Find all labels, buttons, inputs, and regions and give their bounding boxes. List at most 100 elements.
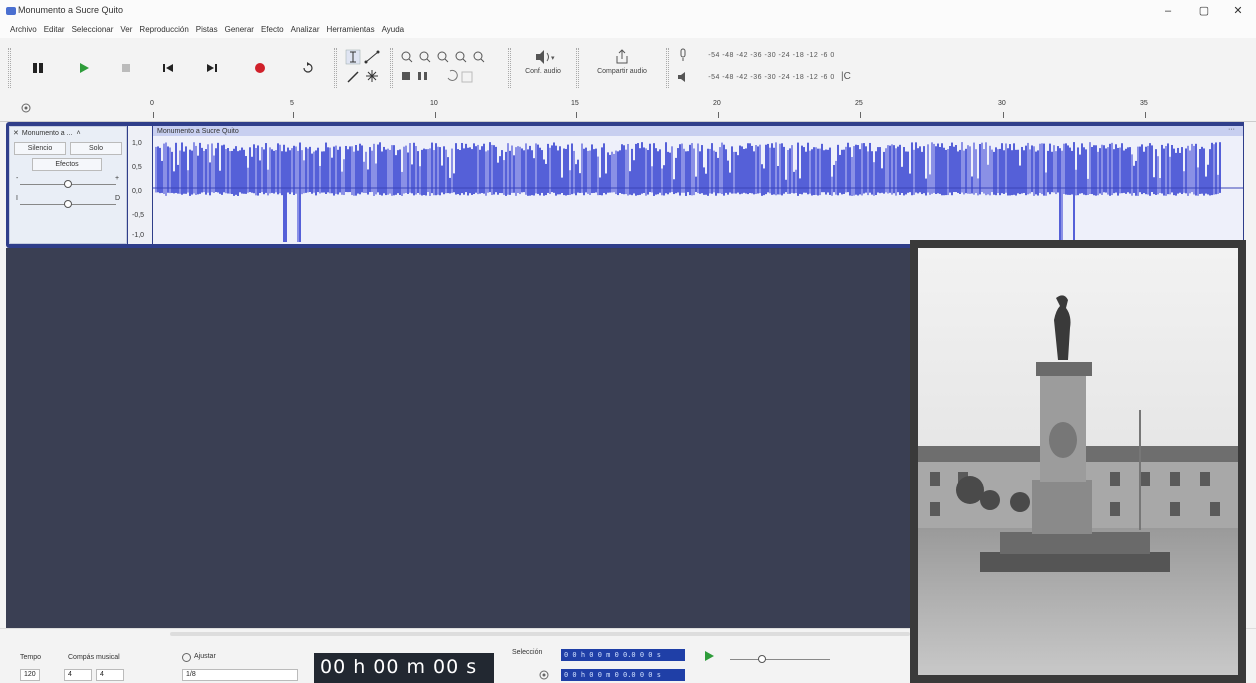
playback-meter[interactable]: -54 -48 -42 -36 -30 -24 -18 -12 -6 0 |C bbox=[676, 70, 851, 84]
close-track-icon[interactable]: ✕ bbox=[13, 129, 19, 137]
pan-slider-thumb[interactable] bbox=[64, 200, 72, 208]
time-signature-numerator[interactable]: 4 bbox=[64, 669, 92, 681]
play-at-speed-icon[interactable] bbox=[702, 649, 716, 663]
share-audio-button[interactable]: Compartir audio bbox=[584, 48, 660, 88]
menu-efecto[interactable]: Efecto bbox=[259, 22, 289, 38]
play-speed-thumb[interactable] bbox=[758, 655, 766, 663]
snap-dropdown[interactable]: 1/8 bbox=[182, 669, 298, 681]
envelope-tool-icon[interactable] bbox=[364, 50, 380, 64]
selection-tool-icon[interactable] bbox=[345, 49, 361, 65]
menu-pistas[interactable]: Pistas bbox=[194, 22, 223, 38]
toolbar-grip[interactable] bbox=[334, 48, 337, 88]
redo-icon[interactable] bbox=[461, 71, 473, 83]
ruler-tick: 0 bbox=[150, 100, 154, 107]
timeline-ruler[interactable]: 0 5 10 15 20 25 30 35 bbox=[0, 96, 1256, 122]
track-header[interactable]: ✕ Monumento a ... ˄ bbox=[10, 127, 126, 139]
menu-ver[interactable]: Ver bbox=[118, 22, 137, 38]
record-meter[interactable]: -54 -48 -42 -36 -30 -24 -18 -12 -6 0 bbox=[676, 48, 835, 62]
gain-plus-label: + bbox=[115, 175, 120, 182]
toolbar-grip[interactable] bbox=[576, 48, 579, 88]
gain-slider[interactable]: - + bbox=[10, 175, 126, 195]
toolbar-grip[interactable] bbox=[508, 48, 511, 88]
menu-herramientas[interactable]: Herramientas bbox=[325, 22, 380, 38]
pan-left-label: I bbox=[16, 195, 18, 202]
silence-icon[interactable] bbox=[418, 72, 427, 80]
play-button[interactable] bbox=[68, 52, 100, 84]
tempo-field[interactable]: 120 bbox=[20, 669, 40, 681]
ruler-tick: 25 bbox=[855, 100, 863, 107]
scale-label: 0,5 bbox=[132, 164, 142, 171]
tools-group bbox=[344, 48, 384, 88]
snap-label: Ajustar bbox=[194, 653, 216, 660]
clip-title-bar[interactable]: Monumento a Sucre Quito ··· bbox=[153, 126, 1243, 136]
close-button[interactable]: ✕ bbox=[1220, 3, 1256, 19]
time-display[interactable]: 00 h 00 m 00 s bbox=[314, 653, 494, 683]
solo-button[interactable]: Solo bbox=[70, 142, 122, 155]
clip-menu-icon[interactable]: ··· bbox=[1228, 126, 1235, 133]
monument-photo bbox=[910, 240, 1246, 683]
pan-slider[interactable]: I D bbox=[10, 195, 126, 215]
draw-tool-icon[interactable] bbox=[347, 71, 359, 83]
track-name[interactable]: Monumento a ... bbox=[22, 130, 73, 137]
zoom-out-icon[interactable] bbox=[419, 51, 431, 63]
microphone-icon bbox=[680, 48, 686, 61]
time-signature-label: Compás musical bbox=[68, 654, 120, 661]
undo-icon[interactable] bbox=[447, 69, 458, 81]
maximize-button[interactable]: ▢ bbox=[1186, 3, 1222, 19]
toolbar-grip[interactable] bbox=[390, 48, 393, 88]
gain-minus-label: - bbox=[16, 175, 19, 182]
ruler-tick: 15 bbox=[571, 100, 579, 107]
skip-end-icon bbox=[207, 64, 217, 72]
scale-label: 1,0 bbox=[132, 140, 142, 147]
loop-button[interactable] bbox=[292, 52, 324, 84]
record-meter-scale: -54 -48 -42 -36 -30 -24 -18 -12 -6 0 bbox=[708, 52, 835, 60]
record-button[interactable] bbox=[244, 52, 276, 84]
fit-selection-icon[interactable] bbox=[437, 51, 449, 63]
zoom-toggle-icon[interactable] bbox=[473, 51, 485, 63]
menu-ayuda[interactable]: Ayuda bbox=[380, 22, 410, 38]
menu-reproduccion[interactable]: Reproducción bbox=[137, 22, 193, 38]
pause-button[interactable] bbox=[22, 52, 54, 84]
collapse-icon[interactable]: ˄ bbox=[76, 130, 80, 137]
play-icon bbox=[80, 63, 89, 73]
trim-icon[interactable] bbox=[402, 72, 410, 80]
skip-to-start-button[interactable] bbox=[152, 52, 184, 84]
gain-slider-thumb[interactable] bbox=[64, 180, 72, 188]
fit-project-icon[interactable] bbox=[455, 51, 467, 63]
scale-label: 0,0 bbox=[132, 188, 142, 195]
waveform[interactable] bbox=[153, 136, 1243, 244]
effects-button[interactable]: Efectos bbox=[32, 158, 102, 171]
stop-icon bbox=[122, 64, 130, 72]
stop-button[interactable] bbox=[110, 52, 142, 84]
menu-editar[interactable]: Editar bbox=[42, 22, 70, 38]
ruler-tick: 30 bbox=[998, 100, 1006, 107]
time-signature-denominator[interactable]: 4 bbox=[96, 669, 124, 681]
horizontal-scrollbar[interactable] bbox=[170, 632, 910, 636]
skip-start-icon bbox=[163, 64, 173, 72]
tempo-label: Tempo bbox=[20, 654, 42, 661]
title-bar: Monumento a Sucre Quito – ▢ ✕ bbox=[0, 0, 1256, 22]
mute-button[interactable]: Silencio bbox=[14, 142, 66, 155]
audio-clip[interactable]: Monumento a Sucre Quito ··· bbox=[153, 126, 1243, 244]
play-speed-slider[interactable] bbox=[730, 659, 830, 660]
multi-tool-icon[interactable] bbox=[366, 70, 378, 82]
skip-to-end-button[interactable] bbox=[196, 52, 228, 84]
menu-archivo[interactable]: Archivo bbox=[8, 22, 42, 38]
snap-checkbox[interactable] bbox=[182, 653, 191, 662]
menu-generar[interactable]: Generar bbox=[223, 22, 259, 38]
track-control-panel: ✕ Monumento a ... ˄ Silencio Solo Efecto… bbox=[9, 126, 127, 244]
menu-seleccionar[interactable]: Seleccionar bbox=[70, 22, 119, 38]
menu-analizar[interactable]: Analizar bbox=[289, 22, 325, 38]
record-icon bbox=[255, 63, 265, 73]
zoom-in-icon[interactable] bbox=[401, 51, 413, 63]
selection-end-time[interactable]: 0 0 h 0 0 m 0 0.0 0 0 s bbox=[561, 669, 685, 681]
toolbar-grip[interactable] bbox=[666, 48, 669, 88]
audio-setup-button[interactable]: ▾ Conf. audio bbox=[514, 48, 572, 88]
selection-start-time[interactable]: 0 0 h 0 0 m 0 0.0 0 0 s bbox=[561, 649, 685, 661]
speaker-icon: ▾ bbox=[536, 50, 555, 64]
toolbar-grip[interactable] bbox=[8, 48, 11, 88]
timeline-settings-icon[interactable] bbox=[20, 102, 32, 114]
app-icon bbox=[6, 7, 16, 15]
selection-settings-icon[interactable] bbox=[538, 669, 550, 681]
minimize-button[interactable]: – bbox=[1150, 3, 1186, 19]
